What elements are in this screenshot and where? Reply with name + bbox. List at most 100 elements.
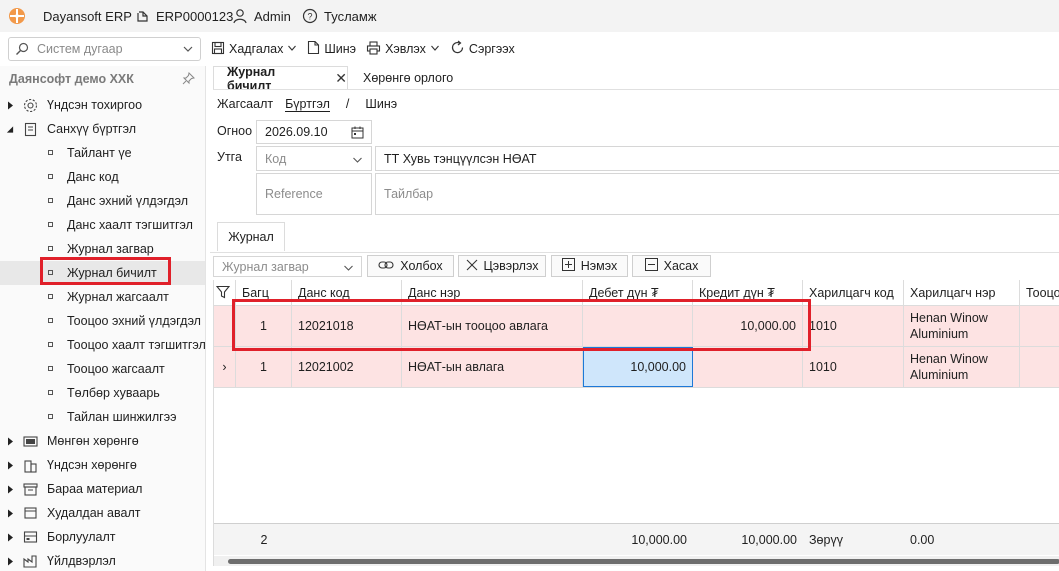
clear-button[interactable]: Цэвэрлэх bbox=[458, 255, 546, 277]
col-debit-cell[interactable]: 10,000.00 bbox=[583, 347, 693, 387]
sidebar-item[interactable]: Төлбөр хуваарь bbox=[0, 381, 205, 405]
scrollbar-thumb[interactable] bbox=[228, 559, 1059, 564]
breadcrumb-new[interactable]: Шинэ bbox=[365, 97, 397, 111]
link-button[interactable]: Холбох bbox=[367, 255, 454, 277]
col-partner-code-cell[interactable]: 1010 bbox=[803, 306, 904, 346]
text-label: Утга bbox=[217, 150, 242, 164]
sidebar-item-label: Санхүү бүртгэл bbox=[47, 122, 137, 136]
caret-right-icon[interactable] bbox=[6, 532, 14, 542]
sidebar-item[interactable]: Санхүү бүртгэл bbox=[0, 117, 205, 141]
code-placeholder: Код bbox=[265, 151, 287, 166]
sidebar-item[interactable]: Данс код bbox=[0, 165, 205, 189]
search-input[interactable] bbox=[37, 42, 177, 56]
sidebar-item[interactable]: Тооцоо жагсаалт bbox=[0, 357, 205, 381]
sidebar-item-label: Тооцоо жагсаалт bbox=[67, 362, 165, 376]
col-partner-name-cell[interactable]: Henan Winow Aluminium bbox=[904, 347, 1020, 387]
breadcrumb-register[interactable]: Бүртгэл bbox=[285, 97, 330, 112]
filter-icon[interactable] bbox=[215, 285, 231, 302]
cell-value: 1010 bbox=[809, 319, 837, 333]
user-menu[interactable]: Admin bbox=[232, 0, 291, 32]
system-number-search[interactable] bbox=[8, 37, 201, 61]
sidebar-item[interactable]: Тооцоо эхний үлдэгдэл bbox=[0, 309, 205, 333]
col-partner-name-header[interactable]: Харилцагч нэр bbox=[904, 280, 1020, 306]
reference-field[interactable]: Reference bbox=[256, 173, 372, 215]
sidebar-item[interactable]: Борлуулалт bbox=[0, 525, 205, 549]
note-field[interactable]: Тайлбар bbox=[375, 173, 1059, 215]
chevron-down-icon[interactable] bbox=[430, 42, 440, 56]
bullet-icon bbox=[48, 150, 53, 155]
breadcrumb-list[interactable]: Жагсаалт bbox=[217, 97, 273, 111]
col-partner-name-cell[interactable]: Henan Winow Aluminium bbox=[904, 306, 1020, 346]
caret-right-icon[interactable] bbox=[6, 484, 14, 494]
sidebar-item[interactable]: Худалдан авалт bbox=[0, 501, 205, 525]
sidebar-item[interactable]: Үндсэн тохиргоо bbox=[0, 93, 205, 117]
col-settlement-cell[interactable] bbox=[1020, 306, 1059, 346]
sidebar-item[interactable]: Мөнгөн хөрөнгө bbox=[0, 429, 205, 453]
col-account-code-cell[interactable]: 12021002 bbox=[292, 347, 402, 387]
caret-right-icon[interactable] bbox=[6, 508, 14, 518]
refresh-button[interactable]: Сэргээх bbox=[450, 40, 515, 58]
help-button[interactable]: ? Тусламж bbox=[302, 0, 377, 32]
print-button[interactable]: Хэвлэх bbox=[366, 40, 440, 58]
caret-down-icon[interactable] bbox=[6, 124, 14, 134]
chevron-down-icon[interactable] bbox=[352, 154, 363, 168]
col-credit-cell[interactable] bbox=[693, 347, 803, 387]
footer-credit: 10,000.00 bbox=[741, 532, 797, 547]
col-settlement-header[interactable]: Тооцоо bbox=[1020, 280, 1059, 306]
tab-journal-entry[interactable]: Журнал бичилт ✕ bbox=[213, 65, 348, 93]
sidebar-item-label: Үндсэн тохиргоо bbox=[47, 98, 143, 112]
sidebar-item-label: Мөнгөн хөрөнгө bbox=[47, 434, 139, 448]
sidebar-item-label: Тайлан шинжилгээ bbox=[67, 410, 177, 424]
journal-template-select[interactable]: Журнал загвар bbox=[213, 256, 362, 277]
sidebar-item-label: Тайлант үе bbox=[67, 146, 132, 160]
tabs-divider bbox=[213, 89, 1059, 90]
pin-icon[interactable] bbox=[182, 71, 196, 88]
highlight-annotation-sidebar bbox=[40, 257, 171, 285]
save-label: Хадгалах bbox=[229, 42, 284, 56]
horizontal-scrollbar[interactable] bbox=[214, 556, 1059, 566]
tab-journal[interactable]: Журнал bbox=[217, 222, 285, 251]
sidebar-item[interactable]: Үйлдвэрлэл bbox=[0, 549, 205, 571]
table-row[interactable]: › 1 12021002 НӨАТ-ын авлага 10,000.00 1010 Hen… bbox=[214, 347, 1059, 388]
calendar-icon[interactable] bbox=[351, 126, 364, 142]
sidebar-item[interactable]: Бараа материал bbox=[0, 477, 205, 501]
sidebar-item-label: Тооцоо хаалт тэгшитгэл bbox=[67, 338, 206, 352]
caret-right-icon[interactable] bbox=[6, 100, 14, 110]
sidebar-item[interactable]: Тайлан шинжилгээ bbox=[0, 405, 205, 429]
sidebar-item[interactable]: Данс хаалт тэгшитгэл bbox=[0, 213, 205, 237]
caret-right-icon[interactable] bbox=[6, 436, 14, 446]
description-text-field[interactable]: ТТ Хувь тэнцүүлсэн НӨАТ bbox=[375, 146, 1059, 171]
tab-asset-income[interactable]: Хөрөнгө орлого bbox=[350, 66, 480, 90]
cell-value: › bbox=[222, 360, 227, 374]
chevron-down-icon[interactable] bbox=[182, 43, 194, 58]
add-row-button[interactable]: Нэмэх bbox=[551, 255, 628, 277]
sidebar-item[interactable]: Журнал жагсаалт bbox=[0, 285, 205, 309]
footer-diff: 0.00 bbox=[910, 532, 935, 547]
date-field[interactable]: 2026.09.10 bbox=[256, 120, 372, 144]
chevron-down-icon[interactable] bbox=[343, 262, 354, 276]
caret-right-icon[interactable] bbox=[6, 460, 14, 470]
save-button[interactable]: Хадгалах bbox=[211, 41, 297, 58]
cell-value: 1 bbox=[260, 360, 267, 374]
col-partner-code-header[interactable]: Харилцагч код bbox=[803, 280, 904, 306]
document-number[interactable]: ERP0000123 bbox=[134, 0, 233, 32]
col-account-name-cell[interactable]: НӨАТ-ын авлага bbox=[402, 347, 583, 387]
footer-debit: 10,000.00 bbox=[631, 532, 687, 547]
sidebar-item[interactable]: Үндсэн хөрөнгө bbox=[0, 453, 205, 477]
tab-journal-label: Журнал bbox=[228, 230, 274, 244]
caret-right-icon[interactable] bbox=[6, 556, 14, 566]
col-partner-code-cell[interactable]: 1010 bbox=[803, 347, 904, 387]
col-filter-cell: › bbox=[214, 347, 236, 387]
code-field[interactable]: Код bbox=[256, 146, 372, 171]
sidebar-item[interactable]: Тайлант үе bbox=[0, 141, 205, 165]
note-placeholder: Тайлбар bbox=[384, 187, 434, 201]
delete-row-button[interactable]: Хасах bbox=[632, 255, 711, 277]
col-settlement-cell[interactable] bbox=[1020, 347, 1059, 387]
chevron-down-icon[interactable] bbox=[287, 42, 297, 56]
sidebar-item[interactable]: Данс эхний үлдэгдэл bbox=[0, 189, 205, 213]
sidebar-item[interactable]: Тооцоо хаалт тэгшитгэл bbox=[0, 333, 206, 357]
document-tabs: Журнал бичилт ✕ Хөрөнгө орлого bbox=[213, 65, 1059, 93]
close-icon[interactable]: ✕ bbox=[335, 70, 347, 87]
new-button[interactable]: Шинэ bbox=[307, 40, 356, 58]
col-batch-cell[interactable]: 1 bbox=[236, 347, 292, 387]
